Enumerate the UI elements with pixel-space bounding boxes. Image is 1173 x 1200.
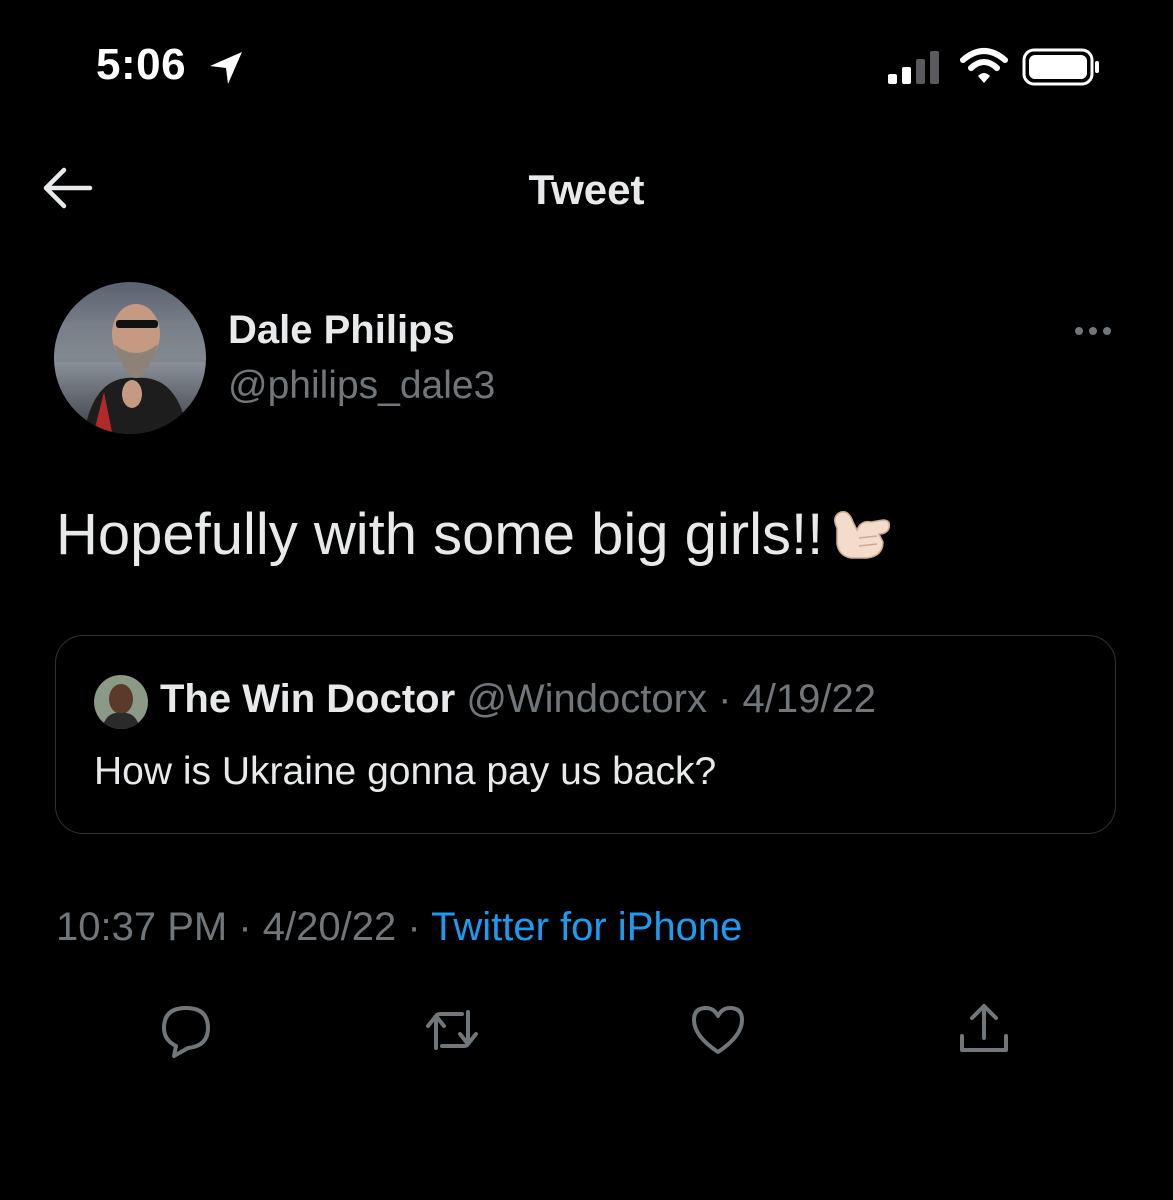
location-arrow-icon <box>210 52 242 84</box>
retweet-icon[interactable] <box>422 1000 482 1060</box>
quote-author-handle: @Windoctorx <box>466 677 707 721</box>
tweet-text-content: Hopefully with some big girls!! <box>56 502 824 567</box>
tweet-time: 10:37 PM <box>56 905 228 949</box>
share-icon[interactable] <box>954 998 1014 1058</box>
call-me-hand-emoji <box>834 510 891 559</box>
tweet-source-link[interactable]: Twitter for iPhone <box>431 905 742 949</box>
signal-icon <box>888 51 939 84</box>
status-time: 5:06 <box>96 40 187 89</box>
quote-author-name: The Win Doctor <box>160 677 456 721</box>
more-icon[interactable] <box>1068 316 1118 346</box>
quote-text: How is Ukraine gonna pay us back? <box>94 750 717 793</box>
wifi-icon <box>960 48 1008 83</box>
tweet-date: 4/20/22 <box>262 905 397 949</box>
quote-avatar-image <box>94 675 148 729</box>
quoted-tweet-card[interactable] <box>55 635 1116 834</box>
tweet-text: Hopefully with some big girls!! <box>56 500 893 568</box>
page-title: Tweet <box>528 166 645 213</box>
like-icon[interactable] <box>688 1000 748 1060</box>
quote-separator: · <box>706 677 743 721</box>
author-name[interactable]: Dale Philips <box>228 308 455 353</box>
quote-header: The Win Doctor @Windoctorx · 4/19/22 <box>160 677 876 722</box>
meta-separator: · <box>407 905 421 949</box>
reply-icon[interactable] <box>156 1000 216 1060</box>
quote-date: 4/19/22 <box>742 677 876 721</box>
tweet-meta: 10:37 PM · 4/20/22 · Twitter for iPhone <box>56 905 742 950</box>
avatar-image <box>54 282 206 434</box>
author-avatar[interactable] <box>54 282 206 434</box>
battery-icon <box>1022 48 1099 86</box>
meta-separator: · <box>238 905 252 949</box>
author-handle[interactable]: @philips_dale3 <box>228 364 495 408</box>
quote-author-avatar <box>94 675 148 729</box>
